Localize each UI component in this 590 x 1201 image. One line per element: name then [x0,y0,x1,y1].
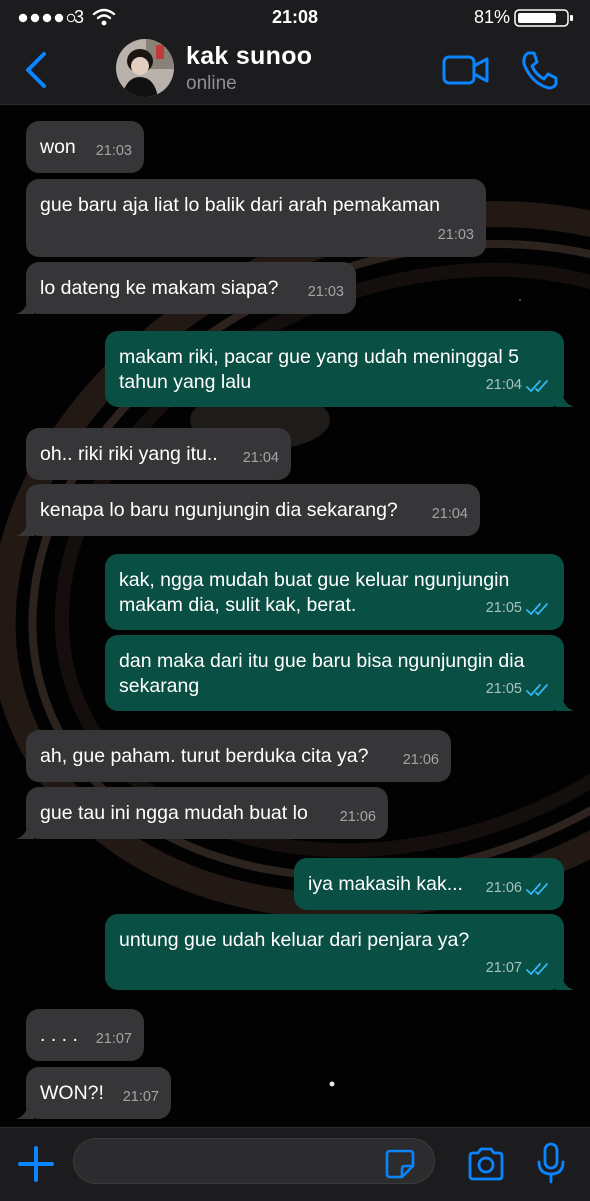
bubble-tail [556,693,574,711]
read-receipt-icon [526,962,548,975]
battery-percentage: 81% [473,7,510,27]
read-receipt-icon [526,379,548,392]
message-meta: 21:03 [96,139,132,164]
message-time: 21:06 [402,752,439,768]
message-text: makam riki, pacar gue yang udah meningga… [119,346,519,393]
read-receipt-icon [526,882,548,895]
message-meta: 21:03 [438,223,474,248]
status-bar: 3 21:08 81% [0,0,590,34]
message-time: 21:03 [95,143,132,159]
message-meta: 21:07 [96,1027,132,1052]
message-time: 21:06 [485,880,522,896]
message-text: won [40,136,76,158]
bubble-tail [16,1101,34,1119]
incoming-message[interactable]: oh.. riki riki yang itu.. 21:04 [26,428,291,480]
chevron-left-icon[interactable] [20,50,52,90]
video-camera-icon[interactable] [442,54,490,86]
message-time: 21:06 [339,809,376,825]
message-meta: 21:04 [432,502,468,527]
message-text: kak, ngga mudah buat gue keluar ngunjung… [119,569,510,616]
incoming-message[interactable]: lo dateng ke makam siapa? 21:03 [16,262,356,314]
battery-icon [514,9,573,27]
incoming-message[interactable]: WON?! 21:07 [16,1067,171,1119]
read-receipt-icon [526,683,548,696]
incoming-message[interactable]: . . . . 21:07 [26,1009,144,1061]
avatar-photo [116,39,174,97]
message-meta: 21:07 [486,956,552,981]
message-composer [0,1127,590,1201]
message-time: 21:07 [122,1089,159,1105]
outgoing-message[interactable]: dan maka dari itu gue baru bisa ngunjung… [105,635,574,711]
contact-status: online [186,73,237,94]
message-time: 21:05 [485,600,522,616]
message-meta: 21:04 [243,446,279,471]
plus-icon[interactable] [16,1144,56,1184]
message-time: 21:04 [242,450,279,466]
incoming-message[interactable]: gue baru aja liat lo balik dari arah pem… [26,179,486,257]
bubble-tail [16,296,34,314]
message-time: 21:07 [485,960,522,976]
message-text: lo dateng ke makam siapa? [40,277,279,299]
message-meta: 21:03 [308,280,344,305]
message-meta: 21:04 [486,373,552,398]
contact-avatar[interactable] [116,39,174,97]
incoming-message[interactable]: ah, gue paham. turut berduka cita ya? 21:… [26,730,451,782]
bubble-tail [16,518,34,536]
message-text: oh.. riki riki yang itu.. [40,443,218,465]
phone-icon[interactable] [520,50,558,90]
incoming-message[interactable]: gue tau ini ngga mudah buat lo 21:06 [16,787,388,839]
message-time: 21:05 [485,681,522,697]
message-text: kenapa lo baru ngunjungin dia sekarang? [40,499,398,521]
outgoing-message[interactable]: makam riki, pacar gue yang udah meningga… [105,331,574,407]
message-text: dan maka dari itu gue baru bisa ngunjung… [119,650,525,697]
message-meta: 21:06 [340,805,376,830]
sticker-icon[interactable] [384,1148,416,1180]
incoming-message[interactable]: kenapa lo baru ngunjungin dia sekarang? 2… [16,484,480,536]
message-time: 21:07 [95,1031,132,1047]
microphone-icon[interactable] [536,1142,566,1184]
message-text: . . . . [40,1024,78,1046]
message-meta: 21:07 [123,1085,159,1110]
message-list[interactable]: won 21:03 gue baru aja liat lo balik dari … [0,105,590,1127]
message-meta: 21:06 [486,876,552,901]
outgoing-message[interactable]: untung gue udah keluar dari penjara ya? 2… [105,914,574,990]
message-text: iya makasih kak... [308,873,463,895]
message-meta: 21:05 [486,596,552,621]
message-meta: 21:06 [403,748,439,773]
bubble-tail [16,821,34,839]
bubble-tail [556,389,574,407]
message-text: untung gue udah keluar dari penjara ya? [119,929,470,951]
contact-name[interactable]: kak sunoo [186,42,312,71]
message-text: gue baru aja liat lo balik dari arah pem… [40,194,440,216]
camera-icon[interactable] [466,1146,506,1182]
bubble-tail [556,972,574,990]
message-text: gue tau ini ngga mudah buat lo [40,802,308,824]
message-input[interactable] [73,1138,435,1184]
message-text: WON?! [40,1082,104,1104]
message-time: 21:03 [437,227,474,243]
read-receipt-icon [526,602,548,615]
message-text: ah, gue paham. turut berduka cita ya? [40,745,369,767]
outgoing-message[interactable]: iya makasih kak... 21:06 [294,858,564,910]
message-time: 21:04 [485,377,522,393]
chat-header: kak sunoo online [0,34,590,105]
message-meta: 21:05 [486,677,552,702]
message-time: 21:04 [431,506,468,522]
outgoing-message[interactable]: kak, ngga mudah buat gue keluar ngunjung… [105,554,564,630]
incoming-message[interactable]: won 21:03 [26,121,144,173]
message-time: 21:03 [307,284,344,300]
